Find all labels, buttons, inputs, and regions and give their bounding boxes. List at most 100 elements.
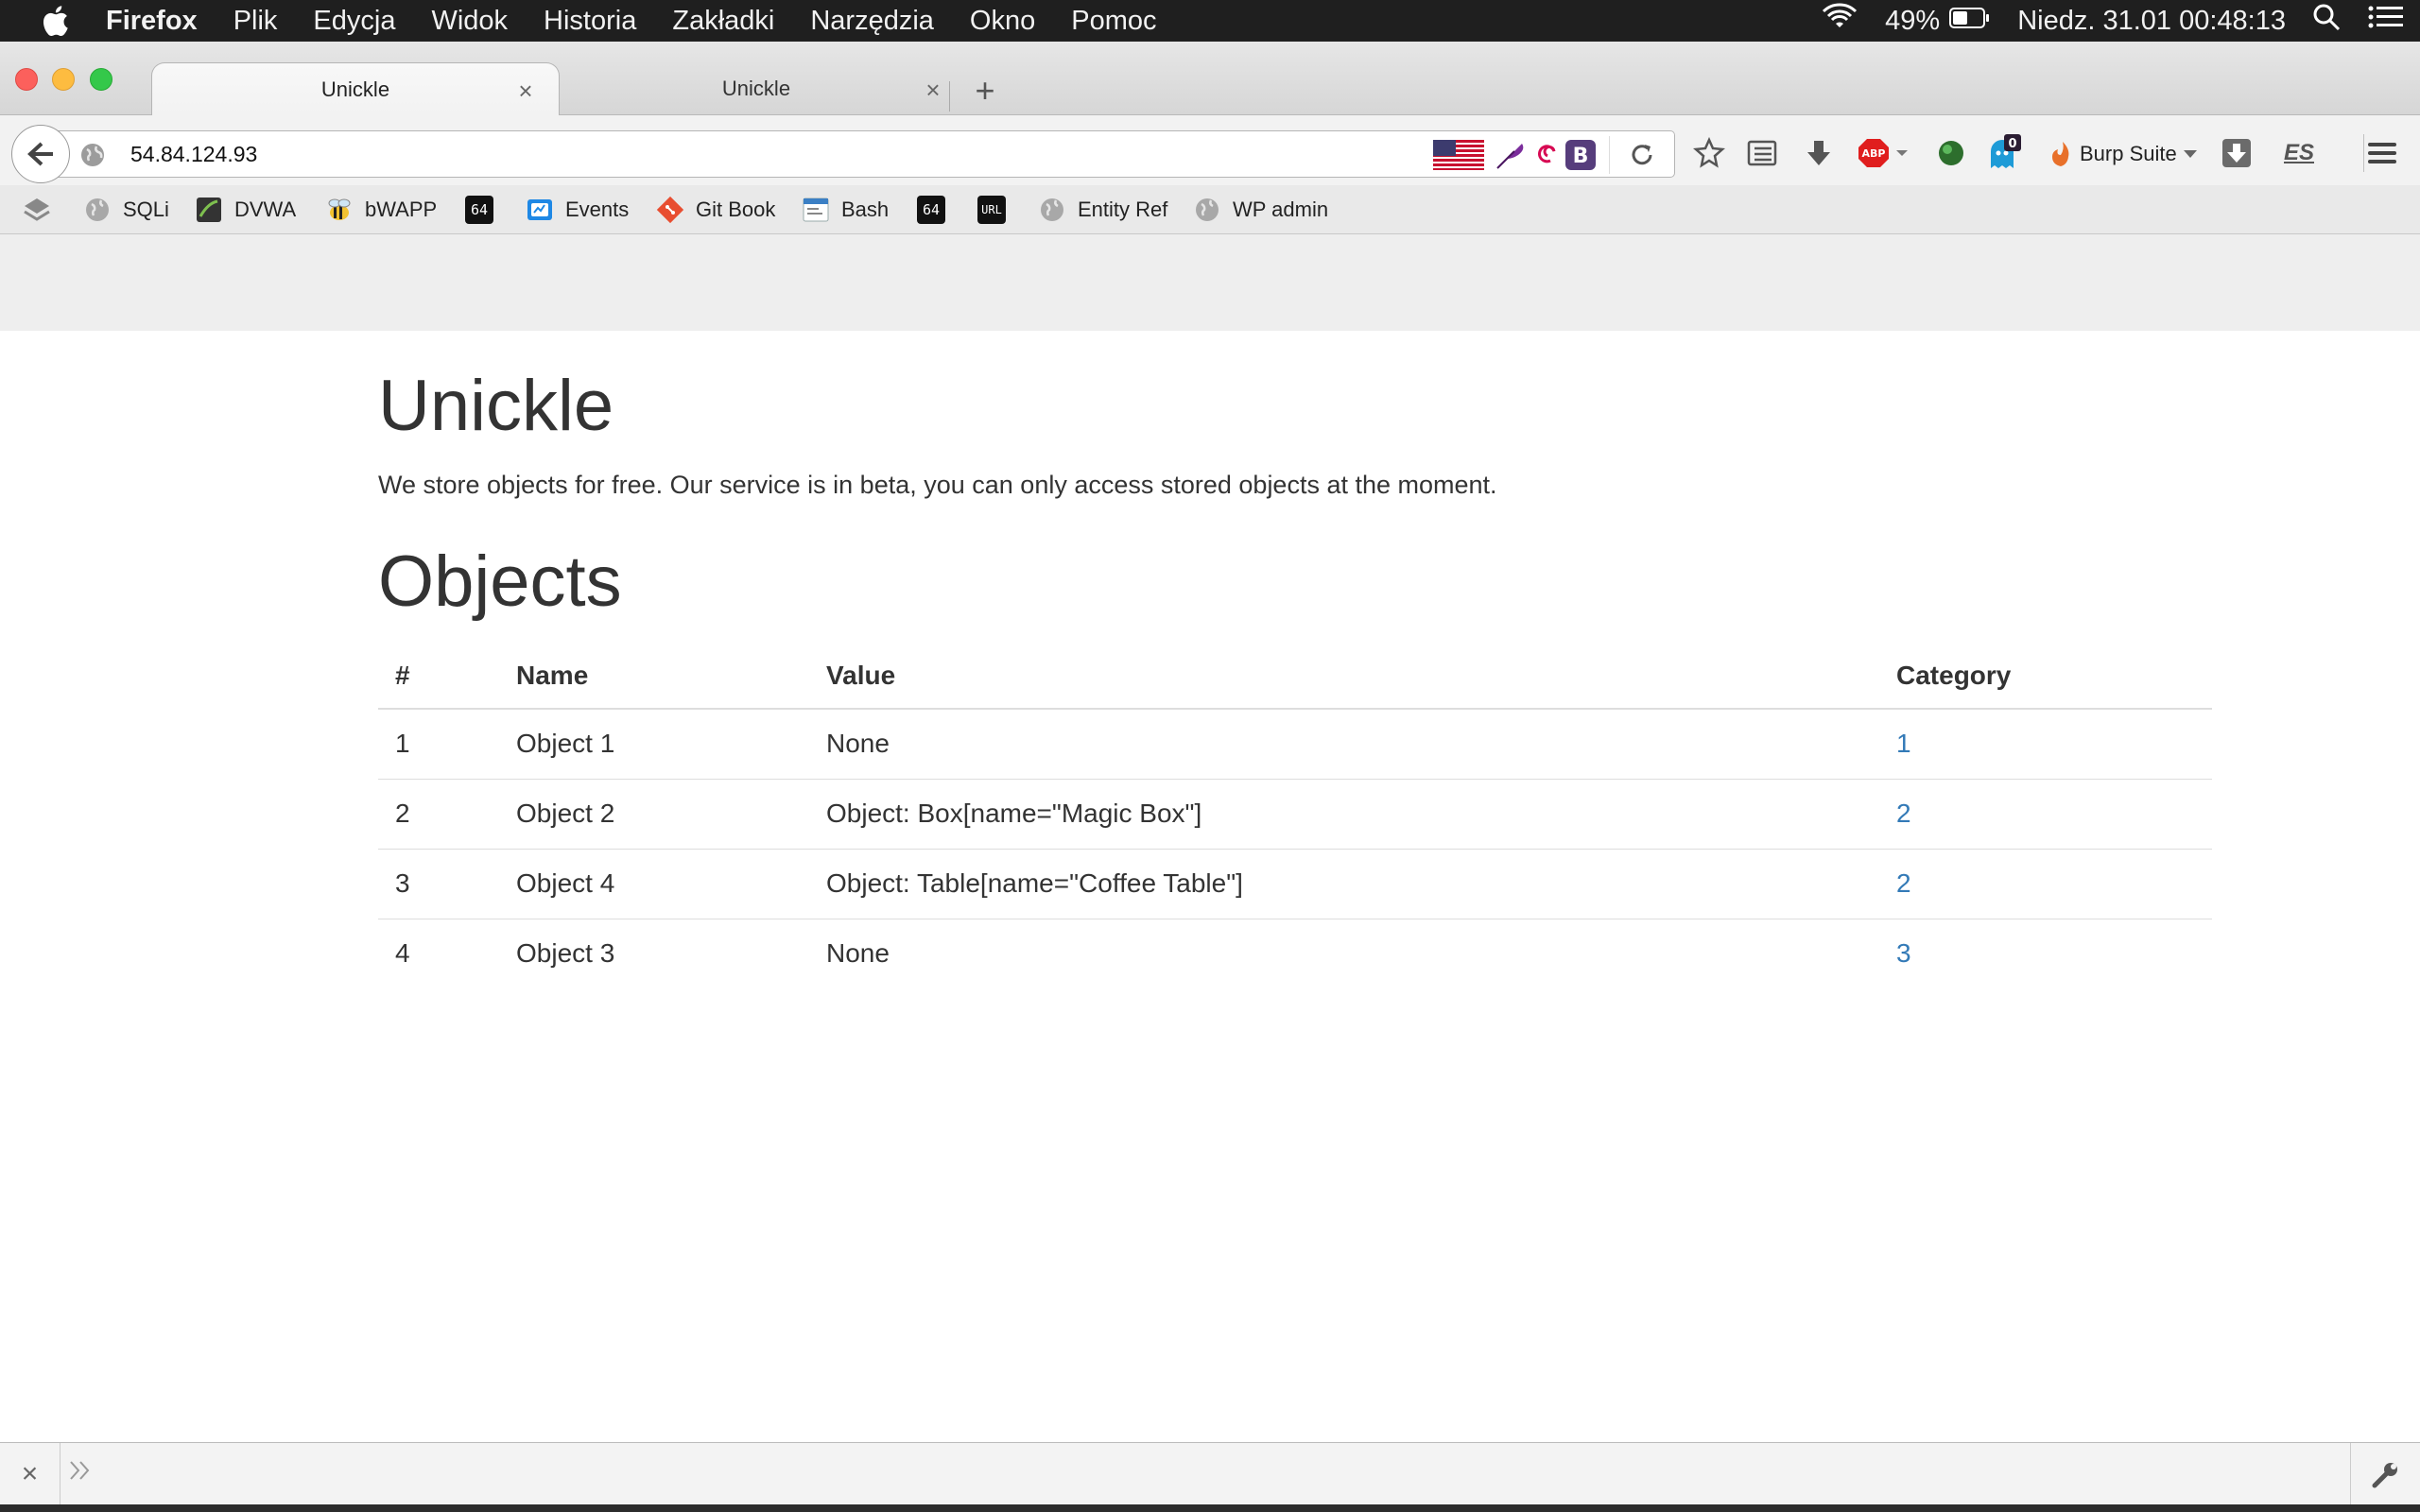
site-identity-globe-icon[interactable] [79,142,106,173]
bookmarks-toolbar: SQLi DVWA bWAPP 64 Events Git Book Bash … [0,185,2420,234]
bookmark-url-encode[interactable]: URL [977,195,1017,225]
globe-icon [1038,196,1066,224]
us-flag-icon[interactable] [1433,140,1484,175]
bookmark-star-icon[interactable] [1690,134,1728,172]
bookmark-label: SQLi [123,198,169,221]
url-text[interactable]: 54.84.124.93 [130,142,257,167]
table-row: 2 Object 2 Object: Box[name="Magic Box"]… [378,779,2212,850]
bookmark-git-book[interactable]: Git Book [656,195,775,225]
adblock-plus-icon[interactable]: ABP [1858,134,1911,172]
menu-edycja[interactable]: Edycja [313,6,395,37]
bee-icon [325,196,354,224]
base64-icon: 64 [917,196,945,224]
svg-text:0: 0 [2008,137,2016,151]
battery-icon[interactable] [1949,6,1991,37]
menu-app-name[interactable]: Firefox [106,6,198,37]
command-prompt-chevron-icon[interactable] [68,1458,93,1490]
back-button[interactable] [11,125,70,183]
menu-plik[interactable]: Plik [233,6,278,37]
bookmark-layers[interactable] [23,195,62,225]
ghostery-icon[interactable]: 0 [1985,134,2023,172]
download-status-icon[interactable] [2218,134,2256,172]
svg-text:ABP: ABP [1862,147,1886,160]
table-row: 3 Object 4 Object: Table[name="Coffee Ta… [378,849,2212,919]
reading-list-icon[interactable] [1743,134,1781,172]
menu-pomoc[interactable]: Pomoc [1071,6,1156,37]
green-orb-extension-icon[interactable] [1932,134,1970,172]
feather-icon[interactable] [1495,140,1528,175]
chevron-down-icon [2183,150,2197,158]
tab-close-icon[interactable]: × [921,76,945,105]
git-icon [656,196,684,224]
burp-suite-label: Burp Suite [2080,142,2177,165]
bookmark-base64-2[interactable]: 64 [917,195,957,225]
tab-title: Unickle [721,77,791,100]
cell-name: Object 4 [499,849,809,919]
tab-unickle-inactive[interactable]: Unickle × [567,62,945,115]
tab-title: Unickle [320,77,390,101]
window-close-button[interactable] [15,68,38,91]
macos-menubar: Firefox Plik Edycja Widok Historia Zakła… [0,0,2420,42]
bookmark-wp-admin[interactable]: WP admin [1193,195,1328,225]
burp-suite-button[interactable]: Burp Suite [2049,140,2198,168]
column-header-id: # [378,643,499,710]
devtools-command-bar: × [0,1442,2420,1505]
category-link[interactable]: 1 [1896,729,1911,758]
menu-narzedzia[interactable]: Narzędzia [810,6,934,37]
page-title: Unickle [378,366,614,446]
new-tab-plus-icon[interactable]: + [966,74,1004,108]
es-extension-button[interactable]: ES [2278,134,2320,172]
debian-swirl-icon[interactable] [1530,140,1560,175]
layers-icon [23,196,51,224]
window-minimize-button[interactable] [52,68,75,91]
cell-id: 4 [395,938,410,969]
menu-okno[interactable]: Okno [970,6,1035,37]
hamburger-menu-icon[interactable] [2363,134,2401,172]
category-link[interactable]: 2 [1896,868,1911,898]
menu-historia[interactable]: Historia [544,6,636,37]
menu-zakladki[interactable]: Zakładki [672,6,774,37]
bookmark-bash[interactable]: Bash [802,195,889,225]
bookmark-entity-ref[interactable]: Entity Ref [1038,195,1167,225]
objects-table: # Name Value Category 1 Object 1 None 1 … [378,643,2212,988]
cell-name: Object 2 [499,779,809,850]
category-link[interactable]: 2 [1896,799,1911,828]
bookmark-dvwa[interactable]: DVWA [195,195,296,225]
bookmark-label: WP admin [1233,198,1329,221]
menu-widok[interactable]: Widok [431,6,508,37]
wifi-icon[interactable] [1821,3,1858,39]
bootstrap-b-icon[interactable]: B [1565,140,1596,175]
bookmark-label: Events [565,198,630,221]
category-link[interactable]: 3 [1896,938,1911,968]
table-row: 4 Object 3 None 3 [378,919,2212,988]
globe-icon [1193,196,1221,224]
cell-value: None [826,938,890,969]
reload-icon[interactable] [1628,140,1656,175]
svg-text:B: B [1573,145,1589,168]
wrench-settings-icon[interactable] [2350,1443,2420,1505]
tab-unickle-active[interactable]: Unickle × [151,62,560,115]
bookmark-bwapp[interactable]: bWAPP [325,195,437,225]
bookmark-label: Entity Ref [1078,198,1168,221]
page-navbar-band [0,234,2420,331]
bookmark-events[interactable]: Events [526,195,629,225]
cell-name: Object 3 [516,938,615,969]
apple-menu-icon[interactable] [38,4,72,38]
column-header-value: Value [809,643,1879,710]
spotlight-search-icon[interactable] [2312,3,2341,39]
table-row: 1 Object 1 None 1 [378,709,2212,780]
events-icon [526,196,554,224]
clock-datetime[interactable]: Niedz. 31.01 00:48:13 [2017,6,2286,37]
notification-center-icon[interactable] [2367,3,2405,39]
close-devtools-icon[interactable]: × [0,1443,60,1505]
bash-icon [802,196,830,224]
bookmark-label: Bash [841,198,890,221]
bookmark-base64[interactable]: 64 [465,195,505,225]
bookmark-label: DVWA [234,198,297,221]
window-zoom-button[interactable] [90,68,112,91]
page-description: We store objects for free. Our service i… [378,471,1497,499]
url-bar[interactable]: 54.84.124.93 B [57,130,1675,178]
tab-close-icon[interactable]: × [513,77,538,106]
download-arrow-icon[interactable] [1800,134,1838,172]
bookmark-sqli[interactable]: SQLi [83,195,169,225]
